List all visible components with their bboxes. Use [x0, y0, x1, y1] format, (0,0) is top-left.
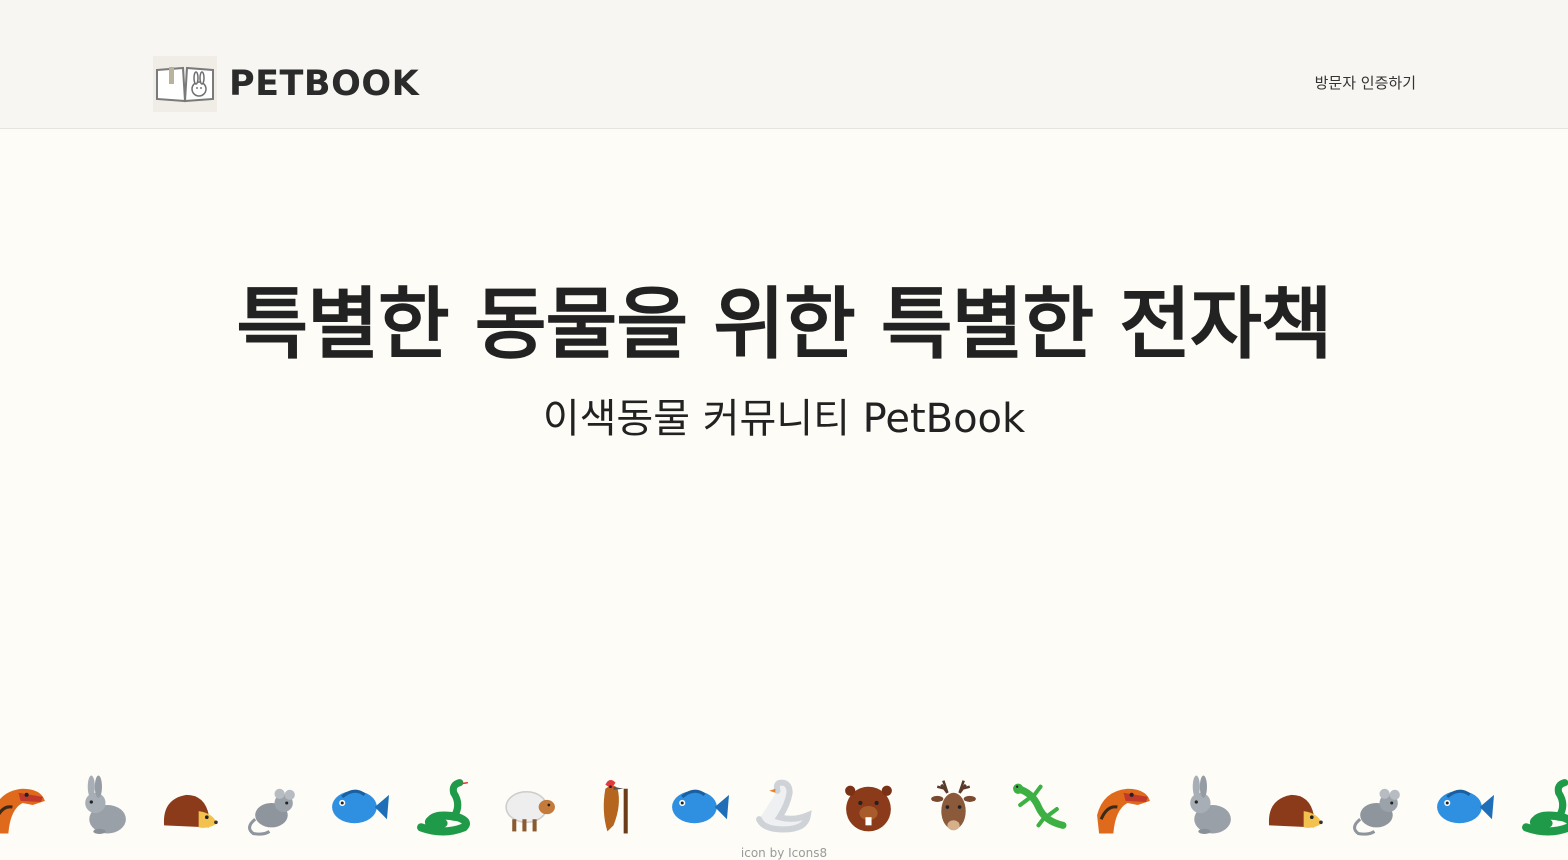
sheep-icon [498, 774, 559, 836]
dinosaur-icon [0, 774, 49, 836]
beaver-icon [838, 774, 899, 836]
fish-icon [328, 774, 389, 836]
fish-icon [1433, 774, 1494, 836]
hedgehog-icon [158, 774, 219, 836]
swan-icon [753, 774, 814, 836]
rabbit-icon [73, 774, 134, 836]
woodpecker-icon [583, 774, 644, 836]
animal-icon-strip [0, 770, 1568, 836]
header: PETBOOK 방문자 인증하기 [0, 0, 1568, 129]
visitor-verify-link[interactable]: 방문자 인증하기 [1315, 72, 1416, 93]
mouse-icon [243, 774, 304, 836]
book-rabbit-icon [153, 56, 217, 112]
fish-icon [668, 774, 729, 836]
deer-icon [923, 774, 984, 836]
mouse-icon [1348, 774, 1409, 836]
icon-credit[interactable]: icon by Icons8 [0, 846, 1568, 860]
dinosaur-icon [1093, 774, 1154, 836]
logo[interactable]: PETBOOK [153, 56, 419, 112]
hero-subtitle: 이색동물 커뮤니티 PetBook [542, 396, 1026, 442]
hero-title: 특별한 동물을 위한 특별한 전자책 [236, 280, 1332, 370]
rabbit-icon [1178, 774, 1239, 836]
logo-text: PETBOOK [229, 64, 420, 104]
snake-icon [1518, 774, 1568, 836]
snake-icon [413, 774, 474, 836]
hedgehog-icon [1263, 774, 1324, 836]
lizard-icon [1008, 774, 1069, 836]
